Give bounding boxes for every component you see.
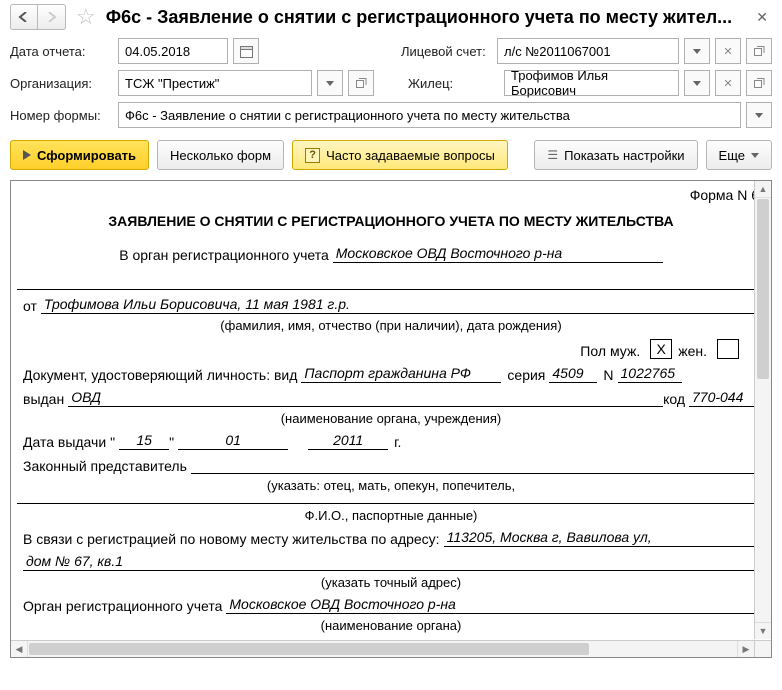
from-value: Трофимова Ильи Борисовича, 11 мая 1981 г…: [41, 296, 759, 314]
code-value: 770-044: [689, 389, 759, 407]
from-label: от: [23, 298, 41, 314]
open-icon: [754, 46, 765, 57]
scroll-left-icon[interactable]: ◀: [11, 641, 28, 658]
new-addr-value2: дом № 67, кв.1: [23, 553, 759, 571]
clear-icon: ✕: [723, 77, 732, 90]
arrow-left-icon: [18, 12, 30, 22]
chevron-down-icon: [326, 81, 334, 86]
account-label: Лицевой счет:: [401, 44, 491, 59]
scroll-corner: [754, 640, 771, 657]
scroll-right-icon[interactable]: ▶: [737, 641, 754, 658]
legal-rep-label: Законный представитель: [23, 458, 191, 474]
addr-hint: (указать точный адрес): [17, 575, 765, 596]
org-dropdown-button[interactable]: [317, 70, 343, 96]
tenant-label: Жилец:: [408, 76, 498, 91]
reg-org-label: Орган регистрационного учета: [23, 598, 226, 614]
question-icon: ?: [305, 148, 320, 163]
legal-rep-value: [191, 456, 759, 474]
favorite-icon[interactable]: ☆: [76, 4, 96, 30]
sex-male-checkbox: X: [650, 339, 672, 359]
faq-button[interactable]: ? Часто задаваемые вопросы: [292, 140, 508, 170]
form-no-label: Номер формы:: [10, 108, 112, 123]
series-label: серия: [501, 367, 549, 383]
scroll-thumb-horizontal[interactable]: [29, 643, 589, 655]
report-date-label: Дата отчета:: [10, 44, 112, 59]
close-icon[interactable]: ✕: [752, 9, 772, 26]
org-label: Организация:: [10, 76, 112, 91]
new-addr-value1: 113205, Москва г, Вавилова ул,: [444, 529, 759, 547]
tenant-input[interactable]: Трофимов Илья Борисович: [504, 70, 679, 96]
chevron-down-icon: [693, 81, 701, 86]
vertical-scrollbar[interactable]: ▲ ▼: [754, 181, 771, 639]
sex-female-checkbox: [717, 339, 739, 359]
document-title: ЗАЯВЛЕНИЕ О СНЯТИИ С РЕГИСТРАЦИОННОГО УЧ…: [17, 207, 765, 245]
legal-rep-hint2: Ф.И.О., паспортные данные): [17, 508, 765, 529]
tenant-dropdown-button[interactable]: [684, 70, 710, 96]
sliders-icon: ☰: [547, 148, 558, 162]
reg-org-value: Московское ОВД Восточного р-на: [226, 596, 759, 614]
account-clear-button[interactable]: ✕: [715, 38, 741, 64]
document-preview: Форма N 6 ЗАЯВЛЕНИЕ О СНЯТИИ С РЕГИСТРАЦ…: [10, 180, 772, 658]
sex-male-label: муж.: [610, 343, 644, 359]
scroll-thumb-vertical[interactable]: [757, 199, 769, 379]
issued-value: ОВД: [68, 389, 663, 407]
more-button[interactable]: Еще: [706, 140, 772, 170]
issue-year-suffix: г.: [388, 434, 405, 450]
series-value: 4509: [549, 365, 597, 383]
horizontal-scrollbar[interactable]: ◀ ▶: [11, 640, 754, 657]
reg-org-hint: (наименование органа): [17, 618, 765, 639]
calendar-button[interactable]: [233, 38, 259, 64]
fio-hint: (фамилия, имя, отчество (при наличии), д…: [17, 318, 765, 339]
new-addr-label: В связи с регистрацией по новому месту ж…: [23, 531, 444, 547]
form-number: Форма N 6: [17, 187, 765, 207]
chevron-down-icon: [751, 153, 759, 158]
issue-day: 15: [119, 432, 169, 450]
show-settings-button[interactable]: ☰ Показать настройки: [534, 140, 697, 170]
multiforms-button[interactable]: Несколько форм: [157, 140, 284, 170]
account-open-button[interactable]: [746, 38, 772, 64]
open-icon: [356, 78, 367, 89]
chevron-down-icon: [755, 113, 763, 118]
nav-back-button[interactable]: [10, 4, 38, 30]
tenant-clear-button[interactable]: ✕: [715, 70, 741, 96]
issue-date-label: Дата выдачи: [23, 434, 110, 450]
play-icon: [23, 150, 31, 160]
issuer-hint: (наименование органа, учреждения): [17, 411, 765, 432]
form-no-input[interactable]: Ф6с - Заявление о снятии с регистрационн…: [118, 102, 741, 128]
report-date-input[interactable]: 04.05.2018: [118, 38, 228, 64]
number-label: N: [597, 367, 617, 383]
calendar-icon: [240, 45, 253, 58]
open-icon: [754, 78, 765, 89]
reg-authority-value: Московское ОВД Восточного р-на: [333, 245, 663, 263]
code-label: код: [663, 391, 689, 407]
issue-year: 2011: [308, 432, 388, 450]
account-input[interactable]: л/с №2011067001: [497, 38, 679, 64]
id-doc-label: Документ, удостоверяющий личность: вид: [23, 367, 301, 383]
issued-label: выдан: [23, 391, 68, 407]
legal-rep-hint1: (указать: отец, мать, опекун, попечитель…: [17, 478, 765, 499]
tenant-open-button[interactable]: [746, 70, 772, 96]
id-doc-value: Паспорт гражданина РФ: [301, 365, 501, 383]
chevron-down-icon: [693, 49, 701, 54]
sex-female-label: жен.: [678, 343, 711, 359]
account-dropdown-button[interactable]: [684, 38, 710, 64]
generate-button[interactable]: Сформировать: [10, 140, 149, 170]
scroll-up-icon[interactable]: ▲: [755, 181, 771, 198]
issue-month: 01: [178, 432, 288, 450]
scroll-down-icon[interactable]: ▼: [755, 622, 771, 639]
arrow-right-icon: [46, 12, 58, 22]
reg-authority-label: В орган регистрационного учета: [119, 247, 333, 263]
org-input[interactable]: ТСЖ "Престиж": [118, 70, 312, 96]
org-open-button[interactable]: [348, 70, 374, 96]
number-value: 1022765: [618, 365, 682, 383]
sex-label: Пол: [580, 343, 610, 359]
form-no-dropdown-button[interactable]: [746, 102, 772, 128]
clear-icon: ✕: [723, 45, 732, 58]
window-title: Ф6с - Заявление о снятии с регистрационн…: [106, 7, 753, 28]
nav-forward-button[interactable]: [38, 4, 66, 30]
